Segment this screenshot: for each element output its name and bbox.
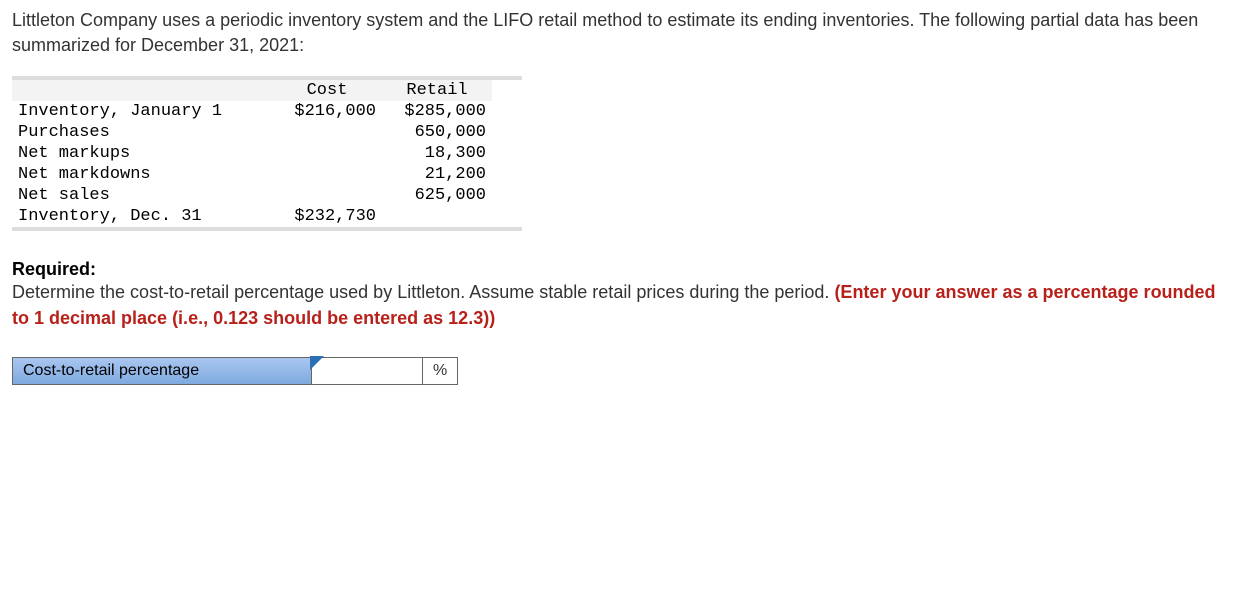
row-label: Net markdowns: [12, 164, 272, 185]
row-retail: 650,000: [382, 122, 492, 143]
answer-row: Cost-to-retail percentage %: [12, 357, 1234, 385]
header-cost: Cost: [272, 80, 382, 101]
required-section: Required: Determine the cost-to-retail p…: [12, 259, 1234, 330]
row-cost: [272, 185, 382, 206]
answer-label: Cost-to-retail percentage: [12, 357, 312, 385]
table-row: Net markups 18,300: [12, 143, 492, 164]
table-row: Inventory, Dec. 31 $232,730: [12, 206, 492, 227]
row-label: Inventory, January 1: [12, 101, 272, 122]
row-label: Net sales: [12, 185, 272, 206]
row-retail: [382, 206, 492, 227]
row-label: Purchases: [12, 122, 272, 143]
row-cost: [272, 143, 382, 164]
cost-to-retail-input[interactable]: [312, 358, 422, 384]
input-marker-icon: [310, 356, 324, 370]
row-cost: [272, 122, 382, 143]
row-retail: $285,000: [382, 101, 492, 122]
row-label: Inventory, Dec. 31: [12, 206, 272, 227]
table-header-row: Cost Retail: [12, 80, 492, 101]
answer-unit: %: [422, 357, 458, 385]
row-cost: [272, 164, 382, 185]
row-label: Net markups: [12, 143, 272, 164]
inventory-data-table: Cost Retail Inventory, January 1 $216,00…: [12, 80, 492, 227]
table-row: Net sales 625,000: [12, 185, 492, 206]
row-retail: 18,300: [382, 143, 492, 164]
header-empty: [12, 80, 272, 101]
row-cost: $232,730: [272, 206, 382, 227]
answer-input-wrap: [312, 357, 423, 385]
required-body: Determine the cost-to-retail percentage …: [12, 280, 1234, 330]
required-body-text: Determine the cost-to-retail percentage …: [12, 282, 834, 302]
table-row: Inventory, January 1 $216,000 $285,000: [12, 101, 492, 122]
table-row: Net markdowns 21,200: [12, 164, 492, 185]
row-retail: 625,000: [382, 185, 492, 206]
required-heading: Required:: [12, 259, 1234, 280]
row-cost: $216,000: [272, 101, 382, 122]
row-retail: 21,200: [382, 164, 492, 185]
header-retail: Retail: [382, 80, 492, 101]
problem-statement: Littleton Company uses a periodic invent…: [12, 8, 1234, 58]
table-row: Purchases 650,000: [12, 122, 492, 143]
table-bottom-border: [12, 227, 522, 231]
